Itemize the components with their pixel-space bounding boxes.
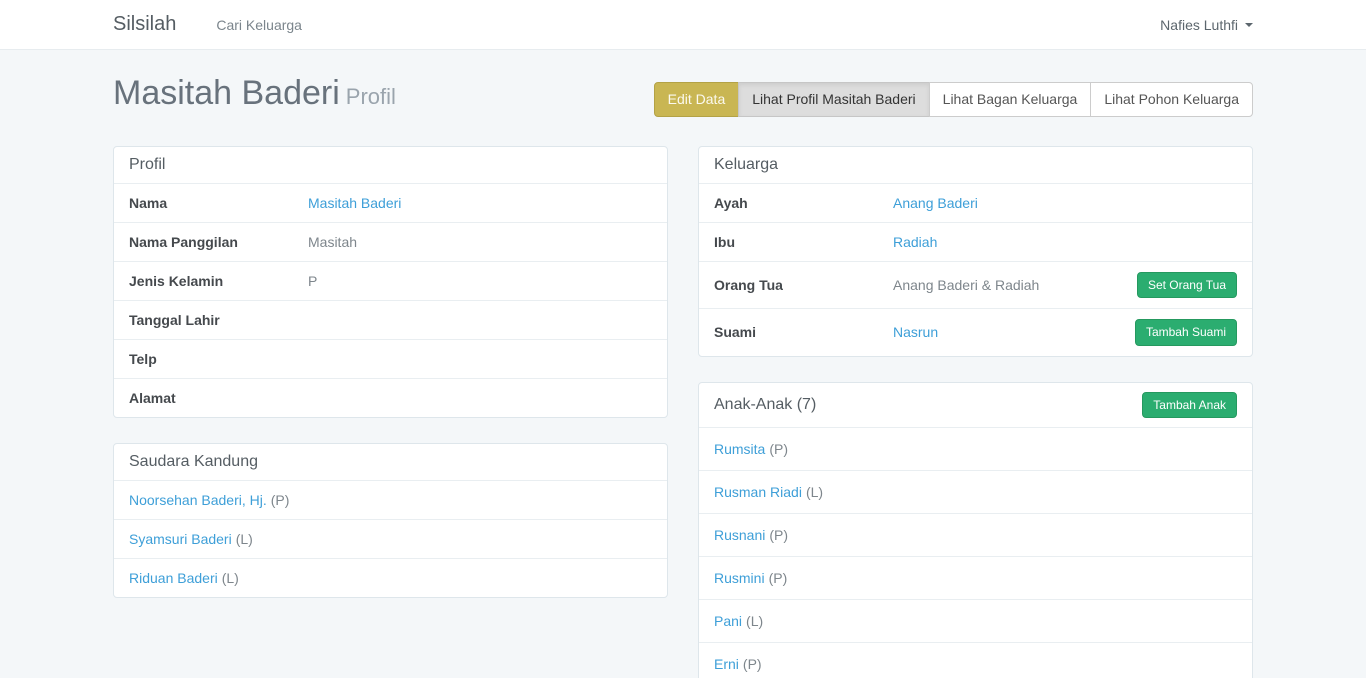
tambah-suami-button[interactable]: Tambah Suami: [1135, 319, 1237, 345]
row-label: Ayah: [714, 195, 893, 211]
child-link[interactable]: Rumsita: [714, 441, 765, 457]
table-row: Nama Panggilan Masitah: [114, 222, 667, 261]
caret-down-icon: [1245, 23, 1253, 27]
anak-anak-panel: Anak-Anak (7) Tambah Anak Rumsita (P) Ru…: [698, 382, 1253, 678]
row-label: Telp: [129, 351, 308, 367]
row-label: Alamat: [129, 390, 308, 406]
table-row: Tanggal Lahir: [114, 300, 667, 339]
row-value: Anang Baderi & Radiah: [893, 277, 1039, 293]
table-row: Ayah Anang Baderi: [699, 183, 1252, 222]
nav-link-cari-keluarga[interactable]: Cari Keluarga: [216, 17, 302, 33]
list-item: Riduan Baderi (L): [114, 558, 667, 597]
profil-panel: Profil Nama Masitah Baderi Nama Panggila…: [113, 146, 668, 418]
page-title: Masitah BaderiProfil: [113, 75, 396, 112]
gender-label: (P): [769, 527, 788, 543]
child-link[interactable]: Rusmini: [714, 570, 765, 586]
edit-data-button[interactable]: Edit Data: [654, 82, 740, 117]
table-row: Ibu Radiah: [699, 222, 1252, 261]
saudara-kandung-panel: Saudara Kandung Noorsehan Baderi, Hj. (P…: [113, 443, 668, 598]
profile-action-button-group: Edit Data Lihat Profil Masitah Baderi Li…: [654, 82, 1253, 117]
list-item: Syamsuri Baderi (L): [114, 519, 667, 558]
lihat-profil-button[interactable]: Lihat Profil Masitah Baderi: [738, 82, 929, 117]
navbar: Silsilah Cari Keluarga Nafies Luthfi: [0, 0, 1366, 50]
list-item: Erni (P): [699, 642, 1252, 678]
child-link[interactable]: Pani: [714, 613, 742, 629]
table-row: Nama Masitah Baderi: [114, 183, 667, 222]
keluarga-panel-title: Keluarga: [699, 147, 1252, 183]
ayah-link[interactable]: Anang Baderi: [893, 195, 978, 211]
gender-label: (P): [271, 492, 290, 508]
anak-anak-panel-header: Anak-Anak (7) Tambah Anak: [699, 383, 1252, 427]
gender-label: (L): [222, 570, 239, 586]
saudara-kandung-panel-title: Saudara Kandung: [114, 444, 667, 480]
left-column: Profil Nama Masitah Baderi Nama Panggila…: [113, 146, 668, 678]
gender-label: (P): [769, 570, 788, 586]
sibling-link[interactable]: Syamsuri Baderi: [129, 531, 232, 547]
row-label: Orang Tua: [714, 277, 893, 293]
gender-label: (L): [806, 484, 823, 500]
row-label: Jenis Kelamin: [129, 273, 308, 289]
lihat-bagan-keluarga-button[interactable]: Lihat Bagan Keluarga: [929, 82, 1092, 117]
list-item: Rumsita (P): [699, 427, 1252, 470]
brand-silsilah[interactable]: Silsilah: [113, 13, 176, 36]
anak-anak-panel-title: Anak-Anak (7): [714, 396, 816, 414]
user-name-label: Nafies Luthfi: [1160, 17, 1238, 33]
gender-label: (L): [236, 531, 253, 547]
row-label: Suami: [714, 324, 893, 340]
row-value: P: [308, 273, 317, 289]
row-label: Nama Panggilan: [129, 234, 308, 250]
nama-link[interactable]: Masitah Baderi: [308, 195, 401, 211]
page-subtitle: Profil: [346, 84, 396, 109]
user-menu-dropdown[interactable]: Nafies Luthfi: [1160, 17, 1253, 33]
suami-link[interactable]: Nasrun: [893, 324, 938, 340]
child-link[interactable]: Rusman Riadi: [714, 484, 802, 500]
gender-label: (P): [743, 656, 762, 672]
list-item: Rusnani (P): [699, 513, 1252, 556]
table-row: Suami Nasrun Tambah Suami: [699, 308, 1252, 355]
right-column: Keluarga Ayah Anang Baderi Ibu Radiah Or…: [698, 146, 1253, 678]
row-label: Ibu: [714, 234, 893, 250]
sibling-link[interactable]: Riduan Baderi: [129, 570, 218, 586]
list-item: Rusmini (P): [699, 556, 1252, 599]
main-container: Masitah BaderiProfil Edit Data Lihat Pro…: [113, 75, 1253, 678]
list-item: Noorsehan Baderi, Hj. (P): [114, 480, 667, 519]
row-value: Masitah: [308, 234, 357, 250]
profil-panel-title: Profil: [114, 147, 667, 183]
table-row: Alamat: [114, 378, 667, 417]
gender-label: (L): [746, 613, 763, 629]
page-header: Masitah BaderiProfil Edit Data Lihat Pro…: [113, 75, 1253, 117]
ibu-link[interactable]: Radiah: [893, 234, 937, 250]
keluarga-panel: Keluarga Ayah Anang Baderi Ibu Radiah Or…: [698, 146, 1253, 357]
child-link[interactable]: Erni: [714, 656, 739, 672]
lihat-pohon-keluarga-button[interactable]: Lihat Pohon Keluarga: [1090, 82, 1253, 117]
sibling-link[interactable]: Noorsehan Baderi, Hj.: [129, 492, 267, 508]
person-name-heading: Masitah Baderi: [113, 74, 340, 112]
table-row: Telp: [114, 339, 667, 378]
tambah-anak-button[interactable]: Tambah Anak: [1142, 392, 1237, 418]
row-label: Nama: [129, 195, 308, 211]
table-row: Jenis Kelamin P: [114, 261, 667, 300]
table-row: Orang Tua Anang Baderi & Radiah Set Oran…: [699, 261, 1252, 308]
set-orang-tua-button[interactable]: Set Orang Tua: [1137, 272, 1237, 298]
gender-label: (P): [769, 441, 788, 457]
child-link[interactable]: Rusnani: [714, 527, 765, 543]
list-item: Pani (L): [699, 599, 1252, 642]
list-item: Rusman Riadi (L): [699, 470, 1252, 513]
row-label: Tanggal Lahir: [129, 312, 308, 328]
